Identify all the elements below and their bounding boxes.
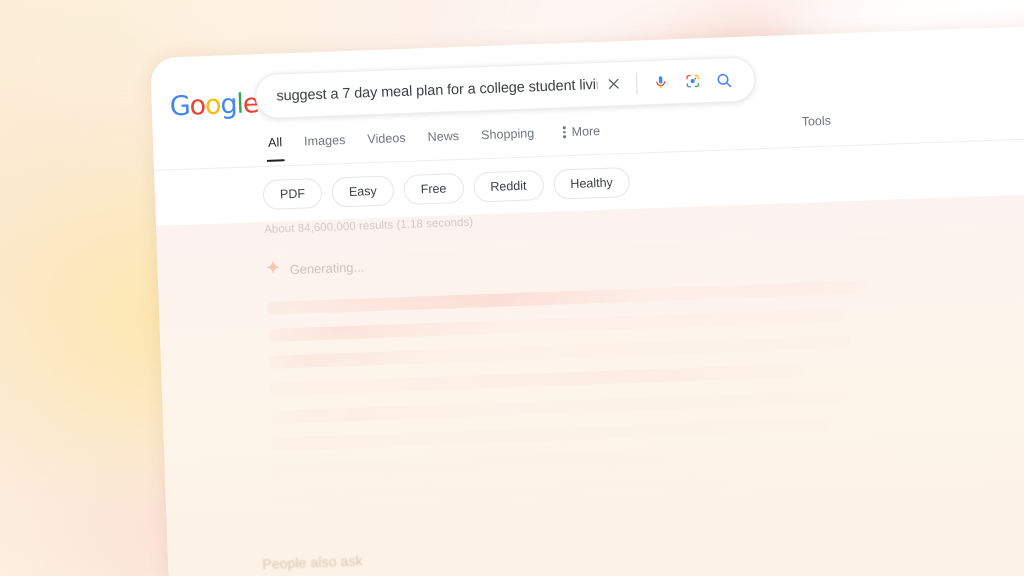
filter-chip-healthy[interactable]: Healthy [552, 166, 631, 200]
tab-more[interactable]: More [545, 120, 611, 152]
tools-button[interactable]: Tools [801, 114, 831, 129]
ai-overview-status: Generating... [265, 256, 364, 280]
filter-chip-easy[interactable]: Easy [331, 175, 395, 208]
filter-chip-reddit[interactable]: Reddit [472, 170, 544, 203]
search-icon[interactable] [708, 63, 741, 96]
filter-chip-pdf[interactable]: PDF [262, 177, 323, 211]
skeleton-bar [267, 308, 844, 342]
sparkle-icon [265, 259, 281, 280]
logo-letter-1: o [189, 90, 206, 122]
browser-panel-wrapper: Google suggest a 7 day meal plan for a c… [150, 21, 1024, 576]
logo-letter-2: o [204, 89, 221, 122]
skeleton-group-0 [266, 280, 870, 396]
google-logo[interactable]: Google [169, 88, 259, 123]
skeleton-bar [272, 444, 843, 478]
tab-videos[interactable]: Videos [356, 127, 417, 159]
tab-images[interactable]: Images [293, 129, 357, 161]
search-box-divider [635, 72, 638, 95]
search-input[interactable]: suggest a 7 day meal plan for a college … [256, 77, 597, 105]
skeleton-bar [271, 417, 830, 451]
skeleton-bar [268, 335, 851, 369]
skeleton-group-1 [270, 389, 874, 505]
skeleton-bar [269, 363, 804, 396]
results-count: About 84,600,000 results (1.18 seconds) [264, 216, 474, 237]
screenshot-stage: Google suggest a 7 day meal plan for a c… [0, 0, 1024, 576]
generating-label: Generating... [289, 258, 365, 277]
close-icon[interactable] [597, 67, 630, 100]
skeleton-bar [270, 390, 847, 424]
dots-vertical-icon [563, 126, 566, 138]
filter-chip-list: PDF Easy Free Reddit Healthy [262, 166, 631, 211]
ai-overview-skeleton [266, 280, 874, 519]
skeleton-bar [273, 472, 802, 505]
search-results-panel: Google suggest a 7 day meal plan for a c… [150, 21, 1024, 576]
tab-news[interactable]: News [416, 125, 471, 157]
tab-shopping[interactable]: Shopping [470, 122, 546, 155]
tab-all[interactable]: All [257, 131, 294, 162]
search-box[interactable]: suggest a 7 day meal plan for a college … [254, 56, 756, 120]
filter-chip-free[interactable]: Free [403, 172, 464, 206]
logo-letter-3: g [219, 88, 237, 121]
logo-letter-0: G [169, 90, 191, 123]
tab-more-label: More [571, 123, 601, 139]
microphone-icon[interactable] [644, 66, 677, 99]
google-lens-icon[interactable] [676, 65, 709, 98]
search-box-actions [597, 63, 755, 101]
